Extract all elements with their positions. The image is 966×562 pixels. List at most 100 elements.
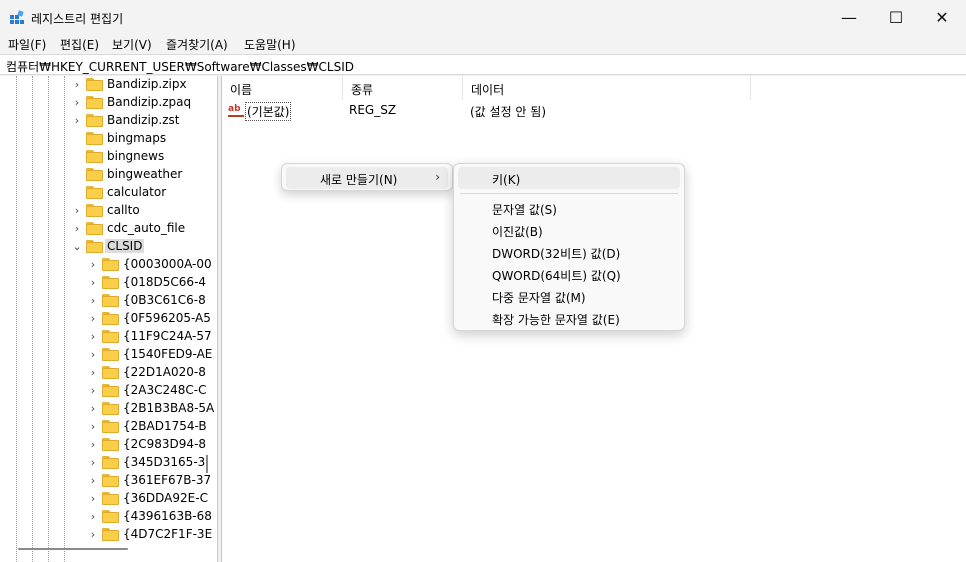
folder-icon (86, 96, 103, 109)
submenu-string-value[interactable]: 문자열 값(S) (458, 197, 680, 219)
column-header-name[interactable]: 이름 (222, 76, 343, 100)
chevron-down-icon[interactable]: ⌄ (72, 240, 82, 254)
folder-icon (86, 204, 103, 217)
tree-item-label: Bandizip.zipx (107, 77, 187, 91)
submenu-dword-value[interactable]: DWORD(32비트) 값(D) (458, 241, 680, 263)
value-row[interactable]: ab (기본값) REG_SZ (값 설정 안 됨) (222, 101, 966, 121)
chevron-right-icon[interactable]: › (88, 438, 98, 452)
chevron-right-icon[interactable]: › (88, 474, 98, 488)
tree-item[interactable]: › {0003000A-00 (0, 256, 217, 274)
chevron-right-icon[interactable]: › (88, 420, 98, 434)
tree-item[interactable]: bingnews (0, 148, 217, 166)
tree-item[interactable]: bingweather (0, 166, 217, 184)
tree-item[interactable]: › Bandizip.zpaq (0, 94, 217, 112)
chevron-right-icon[interactable] (72, 132, 82, 146)
context-new-label: 새로 만들기(N) (320, 173, 398, 187)
menu-favorites[interactable]: 즐겨찾기(A) (166, 36, 228, 53)
chevron-right-icon[interactable]: › (88, 276, 98, 290)
menu-help[interactable]: 도움말(H) (244, 36, 296, 53)
chevron-right-icon[interactable]: › (72, 96, 82, 110)
chevron-right-icon[interactable]: › (88, 258, 98, 272)
tree-item[interactable]: ⌄ CLSID (0, 238, 217, 256)
registry-editor-icon (10, 10, 24, 24)
submenu-item-label: DWORD(32비트) 값(D) (492, 247, 621, 261)
submenu-key-item[interactable]: 키(K) (458, 167, 680, 189)
chevron-right-icon[interactable] (72, 186, 82, 200)
tree-pane[interactable]: › Bandizip.zipx › Bandizip.zpaq › Bandizip.zs… (0, 76, 218, 562)
tree-vertical-scrollbar[interactable] (206, 455, 208, 473)
chevron-right-icon[interactable]: › (88, 384, 98, 398)
tree-item[interactable]: › {4396163B-68 (0, 508, 217, 526)
chevron-right-icon[interactable]: › (88, 402, 98, 416)
tree-item-label: CLSID (105, 239, 145, 253)
chevron-right-icon[interactable]: › (88, 294, 98, 308)
chevron-right-icon[interactable]: › (88, 528, 98, 542)
tree-item[interactable]: › {0B3C61C6-8 (0, 292, 217, 310)
column-header-data[interactable]: 데이터 (463, 76, 751, 100)
tree-item-label: {0F596205-A5 (123, 311, 211, 325)
chevron-right-icon[interactable]: › (88, 348, 98, 362)
maximize-button[interactable]: ☐ (873, 0, 919, 34)
submenu-item-label: 이진값(B) (492, 225, 543, 239)
tree-item[interactable]: › {2A3C248C-C (0, 382, 217, 400)
tree-item-label: {2A3C248C-C (123, 383, 207, 397)
tree-item[interactable]: › {361EF67B-37 (0, 472, 217, 490)
chevron-right-icon[interactable]: › (72, 78, 82, 92)
tree-item[interactable]: › {2B1B3BA8-5A (0, 400, 217, 418)
new-submenu: 키(K) 문자열 값(S) 이진값(B) DWORD(32비트) 값(D) QW… (453, 163, 685, 331)
value-name[interactable]: (기본값) (245, 102, 292, 121)
folder-icon (102, 492, 119, 505)
chevron-right-icon[interactable]: › (72, 222, 82, 236)
tree-item[interactable]: › {1540FED9-AE (0, 346, 217, 364)
chevron-right-icon[interactable] (72, 168, 82, 182)
submenu-binary-value[interactable]: 이진값(B) (458, 219, 680, 241)
tree-item[interactable]: calculator (0, 184, 217, 202)
folder-icon (86, 114, 103, 127)
tree-item[interactable]: › {345D3165-3 (0, 454, 217, 472)
tree-horizontal-scrollbar[interactable] (18, 548, 128, 550)
tree-item-label: {4D7C2F1F-3E (123, 527, 213, 541)
tree-item[interactable]: › {0F596205-A5 (0, 310, 217, 328)
menu-edit[interactable]: 편집(E) (60, 36, 99, 53)
chevron-right-icon[interactable]: › (88, 330, 98, 344)
address-bar[interactable]: 컴퓨터₩HKEY_CURRENT_USER₩Software₩Classes₩C… (0, 54, 966, 75)
chevron-right-icon[interactable] (72, 150, 82, 164)
address-path[interactable]: 컴퓨터₩HKEY_CURRENT_USER₩Software₩Classes₩C… (6, 58, 354, 75)
submenu-multi-string-value[interactable]: 다중 문자열 값(M) (458, 285, 680, 307)
chevron-right-icon: › (435, 170, 440, 184)
chevron-right-icon[interactable]: › (88, 366, 98, 380)
tree-item[interactable]: › callto (0, 202, 217, 220)
submenu-expandable-string-value[interactable]: 확장 가능한 문자열 값(E) (458, 307, 680, 329)
chevron-right-icon[interactable]: › (72, 204, 82, 218)
tree-item[interactable]: › {2BAD1754-B (0, 418, 217, 436)
chevron-right-icon[interactable]: › (88, 312, 98, 326)
folder-icon (102, 438, 119, 451)
close-button[interactable]: ✕ (919, 0, 965, 34)
title-bar: 레지스트리 편집기 — ☐ ✕ (0, 0, 966, 34)
chevron-right-icon[interactable]: › (72, 114, 82, 128)
tree-item-label: {018D5C66-4 (123, 275, 207, 289)
tree-item-label: bingmaps (107, 131, 167, 145)
context-new-item[interactable]: 새로 만들기(N) › (286, 167, 448, 189)
chevron-right-icon[interactable]: › (88, 492, 98, 506)
menu-view[interactable]: 보기(V) (112, 36, 152, 53)
menu-file[interactable]: 파일(F) (8, 36, 46, 53)
tree-item[interactable]: › {22D1A020-8 (0, 364, 217, 382)
tree-item[interactable]: bingmaps (0, 130, 217, 148)
tree-item-label: {4396163B-68 (123, 509, 212, 523)
tree-item[interactable]: › cdc_auto_file (0, 220, 217, 238)
minimize-button[interactable]: — (826, 0, 872, 34)
submenu-qword-value[interactable]: QWORD(64비트) 값(Q) (458, 263, 680, 285)
tree-item[interactable]: › Bandizip.zst (0, 112, 217, 130)
chevron-right-icon[interactable]: › (88, 456, 98, 470)
tree-item-label: {1540FED9-AE (123, 347, 213, 361)
tree-item[interactable]: › {4D7C2F1F-3E (0, 526, 217, 544)
column-header-type[interactable]: 종류 (343, 76, 463, 100)
tree-item[interactable]: › {36DDA92E-C (0, 490, 217, 508)
tree-item[interactable]: › {11F9C24A-57 (0, 328, 217, 346)
tree-item[interactable]: › {018D5C66-4 (0, 274, 217, 292)
tree-item[interactable]: › Bandizip.zipx (0, 76, 217, 94)
chevron-right-icon[interactable]: › (88, 510, 98, 524)
submenu-item-label: 확장 가능한 문자열 값(E) (492, 313, 620, 327)
tree-item[interactable]: › {2C983D94-8 (0, 436, 217, 454)
